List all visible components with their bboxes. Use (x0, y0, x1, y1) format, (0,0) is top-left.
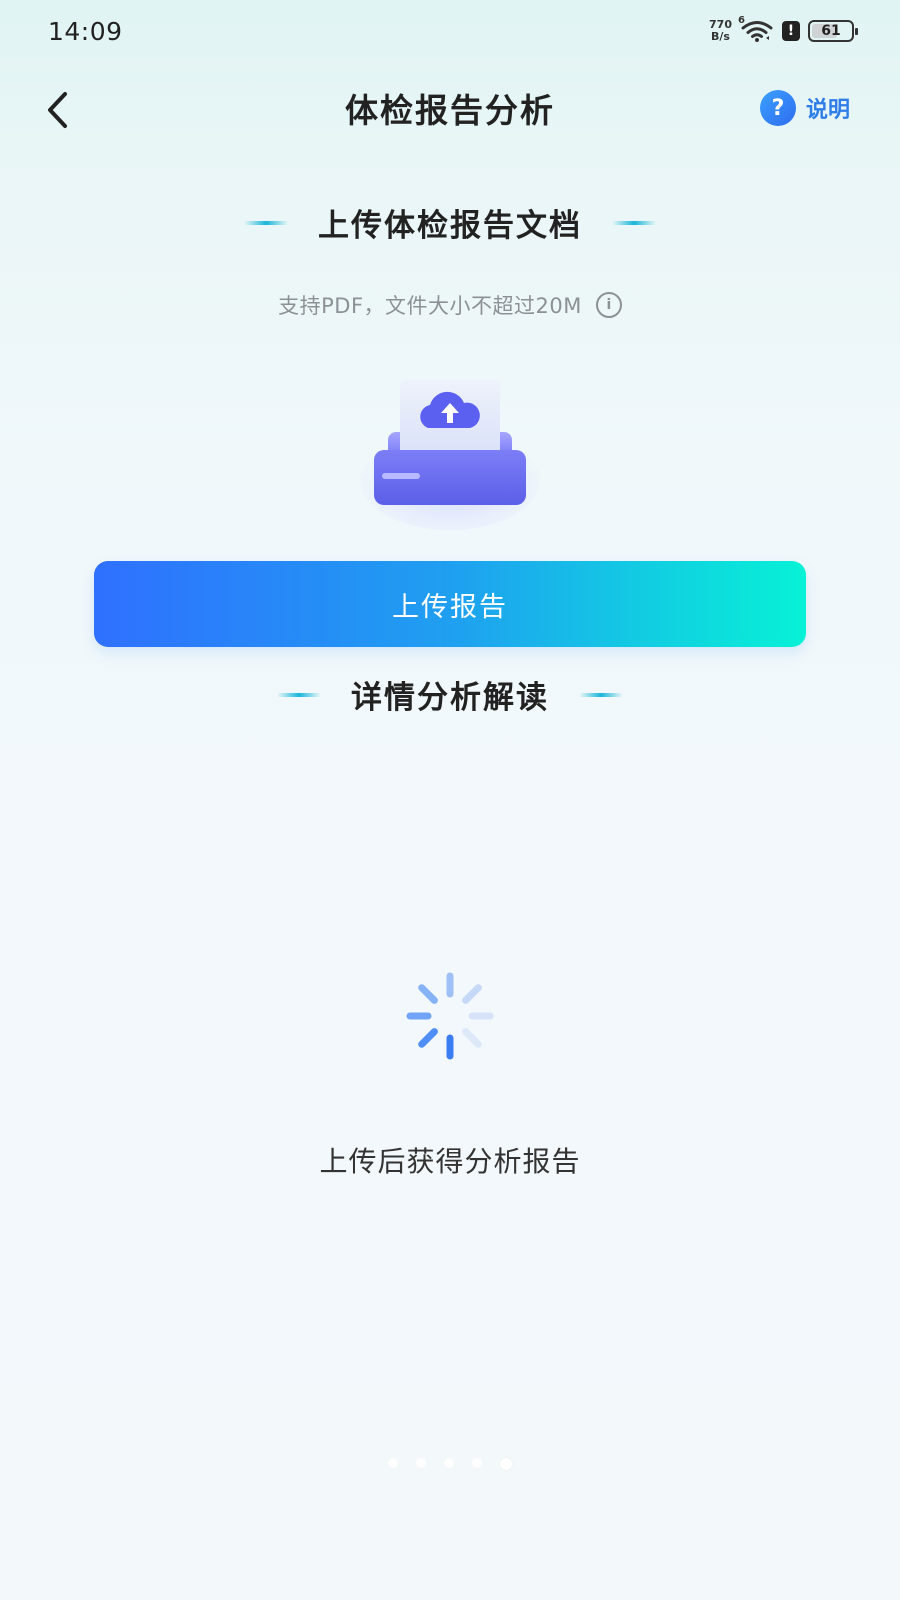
header: 体检报告分析 ? 说明 (0, 62, 900, 158)
battery-level: 61 (821, 23, 841, 39)
detail-section-title: 详情分析解读 (0, 672, 900, 717)
battery-icon: 61 (808, 20, 858, 42)
title-decoration-left (244, 220, 288, 225)
status-icons: 770 B/s 6 ! 61 (709, 15, 858, 43)
wifi-icon: 6 (738, 15, 774, 43)
upload-illustration[interactable] (360, 370, 540, 530)
spinner-icon (400, 966, 500, 1066)
cloud-upload-icon (360, 380, 540, 530)
upload-report-button[interactable]: 上传报告 (94, 561, 806, 647)
network-speed-unit: B/s (711, 30, 730, 43)
page-dot (472, 1458, 482, 1468)
status-bar: 14:09 770 B/s 6 ! 61 (0, 0, 900, 62)
help-label: 说明 (805, 98, 850, 123)
page-dot-active (500, 1458, 512, 1470)
wifi-label: 6 (738, 15, 745, 26)
network-speed: 770 B/s (709, 19, 732, 43)
page-dot (388, 1458, 398, 1468)
info-icon[interactable]: i (595, 292, 622, 318)
upload-hint: 支持PDF，文件大小不超过20M i (0, 290, 900, 320)
help-button[interactable]: ? 说明 (759, 90, 850, 126)
detail-section-title-text: 详情分析解读 (351, 680, 549, 716)
page-dot (416, 1458, 426, 1468)
title-decoration-right (579, 692, 623, 697)
upload-section-title-text: 上传体检报告文档 (318, 208, 582, 244)
status-time: 14:09 (48, 16, 123, 46)
title-decoration-left (277, 692, 321, 697)
page-dot (444, 1458, 454, 1468)
loading-text: 上传后获得分析报告 (319, 1145, 581, 1178)
question-circle-icon: ? (759, 90, 796, 126)
alert-icon: ! (782, 21, 800, 41)
upload-hint-text: 支持PDF，文件大小不超过20M (278, 294, 582, 318)
upload-section-title: 上传体检报告文档 (0, 200, 900, 245)
title-decoration-right (612, 220, 656, 225)
page-indicator (0, 1458, 900, 1470)
